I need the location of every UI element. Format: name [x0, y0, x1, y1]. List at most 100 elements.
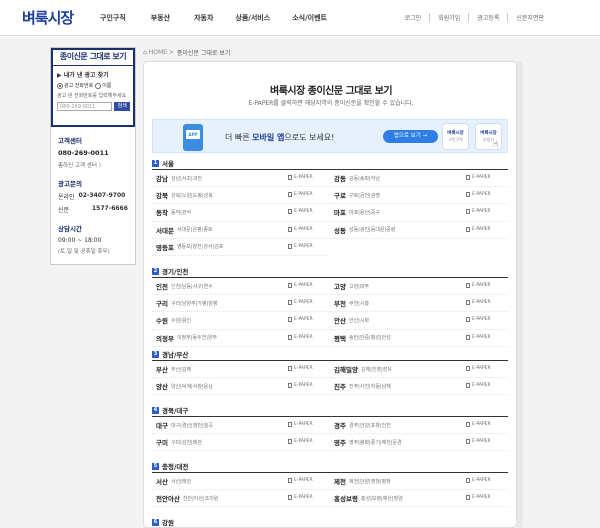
- edition-name[interactable]: 성동: [334, 225, 346, 235]
- epaper-label[interactable]: E-PAPER: [472, 300, 491, 305]
- scrollbar[interactable]: [517, 61, 523, 528]
- edition-name[interactable]: 제천: [334, 476, 346, 486]
- edition-name[interactable]: 홍성보령: [334, 493, 358, 503]
- epaper-label[interactable]: E-PAPER: [294, 422, 313, 427]
- epaper-link[interactable]: E-PAPER: [466, 192, 491, 198]
- edition-name[interactable]: 양산: [156, 381, 168, 391]
- epaper-label[interactable]: E-PAPER: [472, 422, 491, 427]
- epaper-label[interactable]: E-PAPER: [472, 175, 491, 180]
- epaper-link[interactable]: E-PAPER: [466, 334, 491, 340]
- epaper-label[interactable]: E-PAPER: [294, 495, 313, 500]
- epaper-label[interactable]: E-PAPER: [472, 383, 491, 388]
- edition-name[interactable]: 동작: [156, 207, 168, 217]
- epaper-label[interactable]: E-PAPER: [294, 317, 313, 322]
- epaper-label[interactable]: E-PAPER: [472, 283, 491, 288]
- view-in-app-button[interactable]: 앱으로 보기 →: [383, 130, 438, 143]
- edition-name[interactable]: 의정부: [156, 333, 174, 343]
- epaper-link[interactable]: E-PAPER: [466, 383, 491, 389]
- breadcrumb-home[interactable]: HOME: [149, 49, 167, 56]
- menu-news-events[interactable]: 소식/이벤트: [292, 13, 327, 23]
- epaper-label[interactable]: E-PAPER: [294, 192, 313, 197]
- newspaper-link[interactable]: 신문지면판: [507, 13, 552, 22]
- edition-name[interactable]: 마포: [334, 207, 346, 217]
- epaper-label[interactable]: E-PAPER: [472, 227, 491, 232]
- epaper-link[interactable]: E-PAPER: [288, 334, 313, 340]
- epaper-label[interactable]: E-PAPER: [294, 335, 313, 340]
- epaper-link[interactable]: E-PAPER: [288, 317, 313, 323]
- epaper-label[interactable]: E-PAPER: [472, 192, 491, 197]
- menu-cars[interactable]: 자동차: [194, 13, 213, 23]
- epaper-link[interactable]: E-PAPER: [466, 300, 491, 306]
- radio-name[interactable]: [95, 82, 102, 89]
- epaper-link[interactable]: E-PAPER: [288, 243, 313, 249]
- edition-name[interactable]: 진주: [334, 381, 346, 391]
- epaper-link[interactable]: E-PAPER: [288, 209, 313, 215]
- edition-name[interactable]: 영등포: [156, 242, 174, 252]
- edition-name[interactable]: 구리: [156, 298, 168, 308]
- epaper-link[interactable]: E-PAPER: [466, 226, 491, 232]
- signup-link[interactable]: 회원가입: [429, 13, 468, 22]
- edition-name[interactable]: 김해밀양: [334, 364, 358, 374]
- epaper-link[interactable]: E-PAPER: [466, 495, 491, 501]
- edition-name[interactable]: 천안아산: [156, 493, 180, 503]
- epaper-label[interactable]: E-PAPER: [472, 209, 491, 214]
- epaper-link[interactable]: E-PAPER: [288, 439, 313, 445]
- edition-name[interactable]: 대구: [156, 420, 168, 430]
- edition-name[interactable]: 강북: [156, 190, 168, 200]
- epaper-label[interactable]: E-PAPER: [294, 383, 313, 388]
- epaper-label[interactable]: E-PAPER: [472, 495, 491, 500]
- edition-name[interactable]: 구미: [156, 437, 168, 447]
- login-link[interactable]: 로그인: [397, 13, 430, 22]
- epaper-label[interactable]: E-PAPER: [294, 227, 313, 232]
- epaper-label[interactable]: E-PAPER: [294, 478, 313, 483]
- edition-name[interactable]: 부산: [156, 364, 168, 374]
- edition-name[interactable]: 경주: [334, 420, 346, 430]
- edition-name[interactable]: 서산: [156, 476, 168, 486]
- epaper-label[interactable]: E-PAPER: [472, 366, 491, 371]
- epaper-label[interactable]: E-PAPER: [294, 439, 313, 444]
- edition-name[interactable]: 수원: [156, 315, 168, 325]
- epaper-link[interactable]: E-PAPER: [288, 478, 313, 483]
- edition-name[interactable]: 영주: [334, 437, 346, 447]
- epaper-link[interactable]: E-PAPER: [466, 439, 491, 445]
- epaper-link[interactable]: E-PAPER: [288, 300, 313, 306]
- epaper-label[interactable]: E-PAPER: [472, 478, 491, 483]
- epaper-label[interactable]: E-PAPER: [294, 209, 313, 214]
- jobs-app-icon[interactable]: 벼룩시장 구인구직: [442, 123, 469, 150]
- phone-search-input[interactable]: 080-269-0011: [57, 102, 113, 111]
- edition-name[interactable]: 인천: [156, 281, 168, 291]
- epaper-link[interactable]: E-PAPER: [466, 283, 491, 288]
- edition-name[interactable]: 안산: [334, 315, 346, 325]
- menu-goods-services[interactable]: 상품/서비스: [235, 13, 270, 23]
- radio-phone[interactable]: [57, 82, 63, 89]
- radio-phone-label[interactable]: 광고 전화번호: [64, 82, 93, 89]
- epaper-link[interactable]: E-PAPER: [288, 422, 313, 427]
- edition-name[interactable]: 부천: [334, 298, 346, 308]
- site-logo[interactable]: 벼룩시장: [22, 7, 74, 28]
- epaper-link[interactable]: E-PAPER: [466, 366, 491, 371]
- radio-name-label[interactable]: 이름: [102, 82, 111, 89]
- customer-center-link[interactable]: 총하인 고객 센터 〉: [58, 161, 135, 169]
- epaper-label[interactable]: E-PAPER: [294, 283, 313, 288]
- epaper-link[interactable]: E-PAPER: [288, 495, 313, 501]
- epaper-link[interactable]: E-PAPER: [288, 383, 313, 389]
- epaper-link[interactable]: E-PAPER: [466, 175, 491, 180]
- edition-name[interactable]: 고양: [334, 281, 346, 291]
- epaper-link[interactable]: E-PAPER: [288, 175, 313, 180]
- epaper-link[interactable]: E-PAPER: [288, 226, 313, 232]
- epaper-label[interactable]: E-PAPER: [294, 366, 313, 371]
- edition-name[interactable]: 구로: [334, 190, 346, 200]
- edition-name[interactable]: 강동: [334, 173, 346, 183]
- epaper-label[interactable]: E-PAPER: [294, 300, 313, 305]
- epaper-link[interactable]: E-PAPER: [466, 209, 491, 215]
- epaper-link[interactable]: E-PAPER: [466, 317, 491, 323]
- epaper-label[interactable]: E-PAPER: [472, 439, 491, 444]
- epaper-link[interactable]: E-PAPER: [466, 422, 491, 427]
- epaper-label[interactable]: E-PAPER: [472, 335, 491, 340]
- epaper-link[interactable]: E-PAPER: [466, 478, 491, 483]
- epaper-label[interactable]: E-PAPER: [294, 175, 313, 180]
- search-button[interactable]: 검색: [114, 102, 130, 111]
- epaper-link[interactable]: E-PAPER: [288, 366, 313, 371]
- edition-name[interactable]: 강남: [156, 173, 168, 183]
- epaper-label[interactable]: E-PAPER: [294, 244, 313, 249]
